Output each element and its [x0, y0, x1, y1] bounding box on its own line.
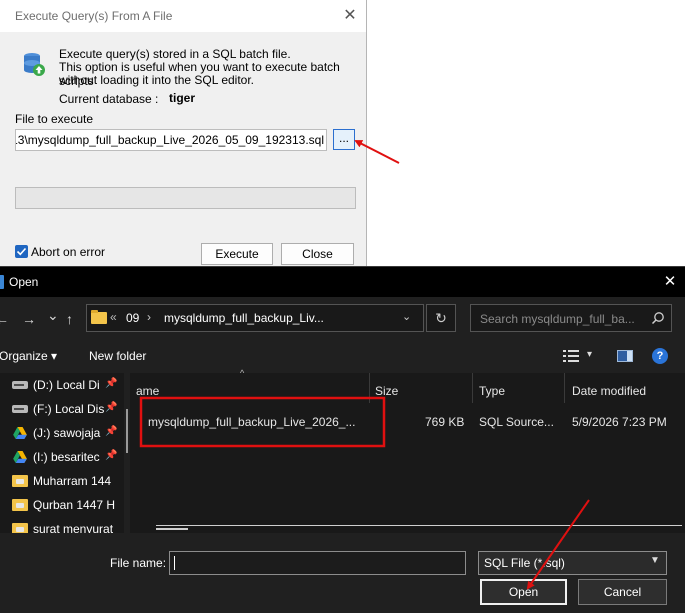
pin-icon: 📌: [105, 378, 118, 389]
nav-item-i-drive[interactable]: (I:) besaritec 📌: [0, 446, 124, 468]
execute-query-dialog: Execute Query(s) From A File ✕ Execute q…: [0, 0, 367, 268]
cancel-button[interactable]: Cancel: [578, 579, 667, 605]
nav-item-j-drive[interactable]: (J:) sawojaja 📌: [0, 422, 124, 444]
recent-locations-icon[interactable]: ⌄: [47, 307, 59, 324]
help-icon[interactable]: ?: [652, 348, 668, 364]
file-name-cell[interactable]: mysqldump_full_backup_Live_2026_...: [148, 415, 355, 429]
file-name-label: File name:: [110, 556, 167, 570]
google-drive-icon: [13, 451, 27, 463]
back-icon[interactable]: ←: [0, 311, 9, 327]
nav-item-label: Qurban 1447 H: [33, 498, 116, 512]
file-path-input[interactable]: .92313\mysqldump_full_backup_Live_2026_0…: [15, 129, 327, 151]
address-dropdown-icon[interactable]: ⌄: [402, 310, 411, 323]
pin-icon: 📌: [105, 402, 118, 413]
drive-icon: [12, 405, 28, 413]
file-path-value: .92313\mysqldump_full_backup_Live_2026_0…: [15, 133, 324, 147]
file-type-filter-value: SQL File (*.sql): [484, 556, 565, 570]
folder-icon: [91, 310, 107, 324]
close-button[interactable]: Close: [281, 243, 354, 265]
database-icon: [24, 53, 45, 76]
pin-icon: 📌: [105, 450, 118, 461]
breadcrumb-separator[interactable]: ›: [147, 310, 151, 324]
horizontal-scrollbar-thumb[interactable]: [156, 528, 188, 530]
file-type-filter[interactable]: SQL File (*.sql) ▼: [478, 551, 667, 575]
folder-icon: [12, 499, 28, 511]
new-folder-button[interactable]: New folder: [89, 349, 146, 363]
navigation-bar: ← → ⌄ ↑ « 09 › mysqldump_full_backup_Liv…: [0, 298, 685, 340]
navigation-pane: (D:) Local Di 📌 (F:) Local Dis 📌 (J:) sa…: [0, 373, 124, 533]
execute-button[interactable]: Execute: [201, 243, 273, 265]
file-name-input[interactable]: [169, 551, 466, 575]
chevron-down-icon: ▼: [650, 555, 660, 566]
nav-item-label: Muharram 144: [33, 474, 112, 488]
nav-item-f-drive[interactable]: (F:) Local Dis 📌: [0, 398, 124, 420]
nav-item-d-drive[interactable]: (D:) Local Di 📌: [0, 374, 124, 396]
search-input[interactable]: Search mysqldump_full_ba...: [470, 304, 672, 332]
abort-on-error-checkbox[interactable]: [15, 245, 28, 258]
open-close-icon[interactable]: ✕: [658, 271, 682, 293]
exec-titlebar: Execute Query(s) From A File ✕: [0, 0, 366, 32]
column-header-name[interactable]: ame: [136, 378, 159, 402]
column-separator[interactable]: [564, 373, 565, 403]
nav-item-label: surat menyurat: [33, 522, 114, 533]
view-dropdown-icon[interactable]: ▾: [587, 349, 592, 360]
current-database-value: tiger: [169, 91, 196, 105]
file-date-cell: 5/9/2026 7:23 PM: [572, 415, 667, 429]
drive-icon: [12, 381, 28, 389]
nav-item-muharram[interactable]: Muharram 144: [0, 470, 124, 492]
description-line-1: Execute query(s) stored in a SQL batch f…: [59, 47, 291, 61]
nav-pane-scrollbar[interactable]: [126, 409, 128, 453]
search-placeholder: Search mysqldump_full_ba...: [480, 312, 635, 326]
file-to-execute-label: File to execute: [15, 112, 94, 126]
search-icon[interactable]: [651, 311, 665, 325]
file-type-cell: SQL Source...: [479, 415, 554, 429]
column-separator[interactable]: [369, 373, 370, 403]
exec-dialog-title: Execute Query(s) From A File: [15, 9, 173, 23]
organize-menu[interactable]: Organize ▾: [0, 349, 57, 363]
sort-arrow-icon: ^: [240, 368, 245, 378]
folder-icon: [12, 475, 28, 487]
google-drive-icon: [13, 427, 27, 439]
open-titlebar: Open ✕: [0, 267, 685, 297]
horizontal-scrollbar-track[interactable]: [156, 525, 682, 526]
file-name-bar: File name: SQL File (*.sql) ▼ Open Cance…: [0, 533, 685, 613]
file-size-cell: 769 KB: [425, 415, 465, 429]
text-caret: [174, 556, 175, 570]
address-bar[interactable]: « 09 › mysqldump_full_backup_Liv... ⌄: [86, 304, 424, 332]
refresh-button[interactable]: ↻: [426, 304, 456, 332]
command-toolbar: Organize ▾ New folder ▾ ?: [0, 340, 685, 372]
open-dialog-title: Open: [9, 275, 39, 289]
pin-icon: 📌: [105, 426, 118, 437]
forward-icon[interactable]: →: [22, 311, 36, 327]
abort-on-error-label: Abort on error: [31, 245, 106, 259]
folder-icon: [12, 523, 28, 533]
file-list: ^ ame Size Type Date modified mysqldump_…: [130, 368, 685, 533]
view-options-icon[interactable]: [563, 350, 579, 362]
column-header-size[interactable]: Size: [375, 378, 398, 402]
current-database-label: Current database :: [59, 92, 159, 106]
column-separator[interactable]: [472, 373, 473, 403]
nav-item-qurban[interactable]: Qurban 1447 H: [0, 494, 124, 516]
column-header-type[interactable]: Type: [479, 378, 505, 402]
browse-button[interactable]: ...: [333, 129, 355, 150]
breadcrumb-segment-09[interactable]: 09: [126, 311, 139, 325]
open-button[interactable]: Open: [480, 579, 567, 605]
preview-pane-icon[interactable]: [617, 350, 633, 362]
up-folder-icon[interactable]: ↑: [66, 311, 73, 327]
column-header-date[interactable]: Date modified: [572, 378, 646, 402]
app-icon: [0, 275, 4, 289]
progress-bar: [15, 187, 356, 209]
checkmark-icon: [16, 247, 27, 256]
breadcrumb-segment-current[interactable]: mysqldump_full_backup_Liv...: [164, 311, 324, 325]
description-line-3: without loading it into the SQL editor.: [59, 73, 255, 87]
open-file-dialog: Open ✕ ← → ⌄ ↑ « 09 › mysqldump_full_bac…: [0, 266, 685, 613]
address-overflow[interactable]: «: [110, 310, 117, 324]
nav-item-surat[interactable]: surat menyurat: [0, 518, 124, 533]
exec-close-icon[interactable]: ✕: [336, 4, 364, 28]
